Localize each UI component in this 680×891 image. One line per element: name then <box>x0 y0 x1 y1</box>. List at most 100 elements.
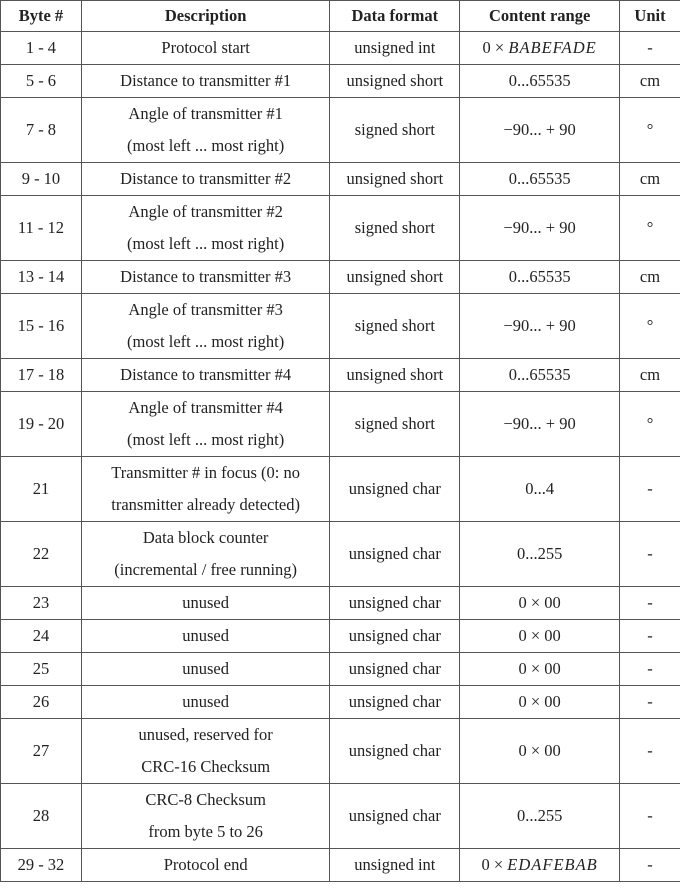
table-row: 23 unused unsigned char 0 × 00 - <box>0 586 680 620</box>
data-format-cell: unsigned short <box>329 260 461 294</box>
description-line: unused <box>182 593 230 612</box>
range-value: −90... + 90 <box>503 414 576 433</box>
content-range-cell: 0 × 00 <box>459 586 621 620</box>
table-row: 29 - 32 Protocol end unsigned int 0 × EDAFE… <box>0 848 680 882</box>
range-value: EDAFEBAB <box>507 855 598 874</box>
content-range-cell: 0...4 <box>459 456 621 522</box>
byte-cell: 5 - 6 <box>0 64 82 98</box>
description-line: transmitter already detected) <box>111 495 301 514</box>
data-format-cell: unsigned int <box>329 848 461 882</box>
byte-cell: 29 - 32 <box>0 848 82 882</box>
byte-cell: 21 <box>0 456 82 522</box>
table-row: 28 CRC-8 Checksum from byte 5 to 26 unsigne… <box>0 783 680 849</box>
description-line: (incremental / free running) <box>114 560 298 579</box>
unit-cell: - <box>619 31 680 65</box>
table-row: 27 unused, reserved for CRC-16 Checksum uns… <box>0 718 680 784</box>
range-value: 0 × 00 <box>518 626 561 645</box>
description-cell: Angle of transmitter #1 (most left ... mo… <box>80 97 331 163</box>
description-line: CRC-8 Checksum <box>145 790 266 809</box>
data-format-cell: unsigned char <box>329 652 461 686</box>
content-range-cell: 0...65535 <box>459 64 621 98</box>
data-format-cell: unsigned char <box>329 456 461 522</box>
content-range-cell: −90... + 90 <box>459 293 621 359</box>
table-row: 21 Transmitter # in focus (0: no transmitt… <box>0 456 680 522</box>
description-line: Angle of transmitter #4 <box>128 398 283 417</box>
unit-cell: ° <box>619 293 680 359</box>
byte-cell: 9 - 10 <box>0 162 82 196</box>
data-format-cell: unsigned char <box>329 718 461 784</box>
data-format-cell: unsigned char <box>329 619 461 653</box>
data-format-cell: signed short <box>329 293 461 359</box>
description-cell: Protocol start <box>80 31 331 65</box>
byte-cell: 27 <box>0 718 82 784</box>
byte-cell: 28 <box>0 783 82 849</box>
data-format-cell: signed short <box>329 195 461 261</box>
description-line: unused <box>182 659 230 678</box>
description-line: Distance to transmitter #3 <box>120 267 292 286</box>
description-line: Distance to transmitter #1 <box>120 71 292 90</box>
description-line: from byte 5 to 26 <box>148 822 263 841</box>
content-range-cell: 0 × EDAFEBAB <box>459 848 621 882</box>
content-range-cell: 0...65535 <box>459 260 621 294</box>
description-cell: Distance to transmitter #2 <box>80 162 331 196</box>
description-line: Angle of transmitter #1 <box>128 104 283 123</box>
range-value: 0...65535 <box>508 71 571 90</box>
description-line: Transmitter # in focus (0: no <box>111 463 300 482</box>
description-line: Distance to transmitter #4 <box>120 365 292 384</box>
description-line: (most left ... most right) <box>127 234 285 253</box>
unit-cell: cm <box>619 358 680 392</box>
byte-cell: 7 - 8 <box>0 97 82 163</box>
description-cell: unused, reserved for CRC-16 Checksum <box>80 718 331 784</box>
table-row: 7 - 8 Angle of transmitter #1 (most left .… <box>0 97 680 163</box>
description-cell: Distance to transmitter #4 <box>80 358 331 392</box>
range-value: −90... + 90 <box>503 120 576 139</box>
description-cell: Angle of transmitter #4 (most left ... mo… <box>80 391 331 457</box>
byte-cell: 15 - 16 <box>0 293 82 359</box>
range-value: 0 × 00 <box>518 659 561 678</box>
description-line: Protocol end <box>163 855 248 874</box>
description-cell: unused <box>80 586 331 620</box>
unit-cell: cm <box>619 162 680 196</box>
byte-cell: 25 <box>0 652 82 686</box>
table-row: 17 - 18 Distance to transmitter #4 unsigne… <box>0 358 680 392</box>
header-data-format: Data format <box>329 0 461 32</box>
content-range-cell: 0...65535 <box>459 358 621 392</box>
range-prefix: 0 × <box>482 38 509 57</box>
table-row: 15 - 16 Angle of transmitter #3 (most left… <box>0 293 680 359</box>
content-range-cell: −90... + 90 <box>459 97 621 163</box>
description-cell: unused <box>80 619 331 653</box>
description-cell: unused <box>80 685 331 719</box>
content-range-cell: 0...65535 <box>459 162 621 196</box>
data-format-cell: signed short <box>329 97 461 163</box>
unit-cell: cm <box>619 260 680 294</box>
byte-cell: 22 <box>0 521 82 587</box>
unit-cell: - <box>619 619 680 653</box>
table-body: 1 - 4 Protocol start unsigned int 0 × BABEF… <box>0 31 680 882</box>
content-range-cell: 0 × 00 <box>459 685 621 719</box>
content-range-cell: 0...255 <box>459 783 621 849</box>
content-range-cell: 0 × 00 <box>459 619 621 653</box>
byte-cell: 11 - 12 <box>0 195 82 261</box>
description-cell: Distance to transmitter #3 <box>80 260 331 294</box>
description-cell: Protocol end <box>80 848 331 882</box>
content-range-cell: −90... + 90 <box>459 195 621 261</box>
data-format-cell: unsigned char <box>329 521 461 587</box>
content-range-cell: −90... + 90 <box>459 391 621 457</box>
header-content-range: Content range <box>459 0 621 32</box>
data-format-cell: unsigned short <box>329 64 461 98</box>
unit-cell: ° <box>619 391 680 457</box>
description-line: unused, reserved for <box>138 725 273 744</box>
table-row: 19 - 20 Angle of transmitter #4 (most left… <box>0 391 680 457</box>
header-row: Byte # Description Data format Content r… <box>0 0 680 32</box>
range-value: 0 × 00 <box>518 593 561 612</box>
byte-cell: 24 <box>0 619 82 653</box>
range-value: 0...65535 <box>508 365 571 384</box>
unit-cell: - <box>619 718 680 784</box>
description-line: Angle of transmitter #3 <box>128 300 283 319</box>
data-format-cell: unsigned char <box>329 783 461 849</box>
content-range-cell: 0 × BABEFADE <box>459 31 621 65</box>
data-format-cell: signed short <box>329 391 461 457</box>
table-row: 9 - 10 Distance to transmitter #2 unsigned… <box>0 162 680 196</box>
byte-cell: 1 - 4 <box>0 31 82 65</box>
data-format-cell: unsigned short <box>329 162 461 196</box>
